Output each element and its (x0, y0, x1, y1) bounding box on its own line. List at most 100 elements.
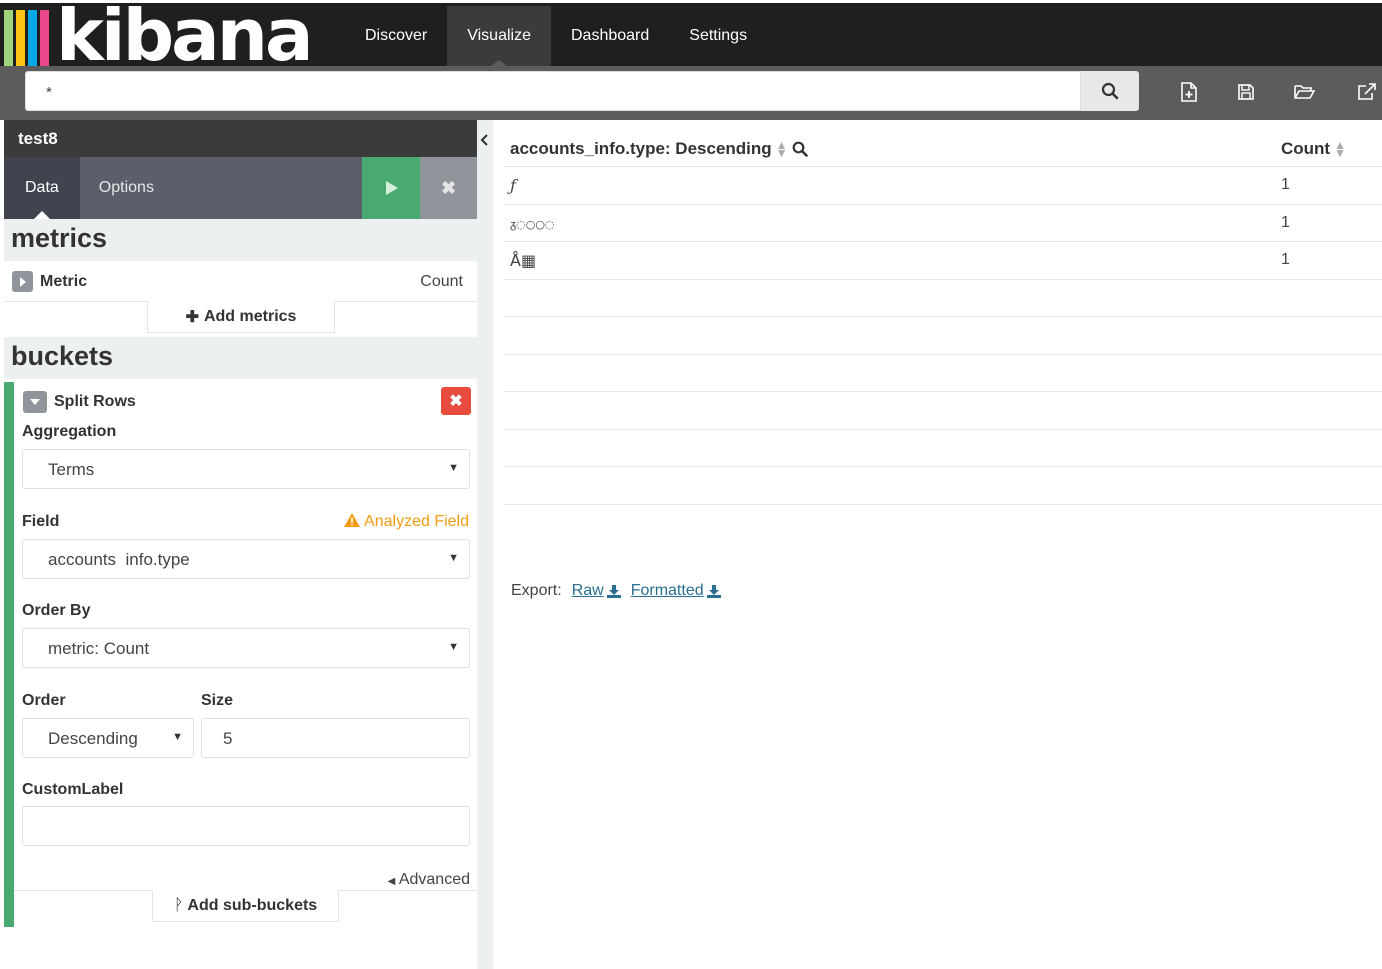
tab-options[interactable]: Options (80, 157, 173, 219)
analyzed-field-text: Analyzed Field (364, 513, 469, 530)
divider (4, 301, 147, 302)
dropdown-arrow-icon: ▼ (172, 731, 183, 743)
remove-bucket-button[interactable]: ✖ (441, 387, 471, 415)
metric-agg-row[interactable]: Metric Count (4, 261, 477, 301)
count-cell: 1 (1281, 213, 1290, 231)
chevron-left-icon (480, 134, 488, 146)
close-icon: ✖ (449, 393, 463, 410)
empty-table-row (504, 355, 1382, 392)
tab-data[interactable]: Data (4, 157, 80, 219)
kibana-logo[interactable]: kibana (4, 6, 344, 68)
metric-value: Count (420, 273, 463, 290)
table-row: ƒ 1 (504, 167, 1382, 205)
bucket-color-bar (4, 382, 14, 927)
export-links: Export: Raw Formatted (511, 582, 721, 600)
download-icon (606, 584, 621, 598)
size-label: Size (201, 692, 234, 709)
caret-right-icon (19, 276, 26, 287)
nav-discover[interactable]: Discover (345, 6, 447, 66)
discard-changes-button[interactable]: ✖ (420, 157, 477, 219)
empty-table-row (504, 430, 1382, 467)
order-value: Descending (48, 729, 138, 748)
add-metrics-row: ✚ Add metrics (4, 301, 477, 337)
count-column-header[interactable]: Count ▲ ▼ (1281, 139, 1346, 159)
data-table: accounts_info.type: Descending ▲ ▼ Count … (504, 130, 1382, 505)
dropdown-arrow-icon: ▼ (448, 641, 459, 653)
open-folder-icon[interactable] (1293, 80, 1317, 104)
vis-title: test8 (4, 120, 477, 157)
order-select[interactable]: Descending ▼ (22, 718, 194, 758)
count-column-label: Count (1281, 139, 1331, 158)
table-row: Å▦ 1 (504, 242, 1382, 280)
sidebar-collapse-strip[interactable] (477, 120, 493, 969)
add-sub-buckets-label: Add sub-buckets (187, 896, 318, 914)
editor-tabs: Data Options ✖ (4, 157, 477, 219)
new-visualization-icon[interactable] (1177, 80, 1201, 104)
search-input[interactable]: * (25, 71, 1081, 111)
aggregation-select[interactable]: Terms ▼ (22, 449, 470, 489)
aggregation-value: Terms (48, 460, 95, 479)
dropdown-arrow-icon: ▼ (448, 552, 459, 564)
analyzed-field-warning: Analyzed Field (344, 513, 469, 531)
divider (335, 301, 477, 302)
empty-table-row (504, 280, 1382, 317)
logo-color-bars (4, 10, 52, 68)
plus-icon: ✚ (185, 308, 199, 326)
search-icon[interactable] (792, 141, 808, 157)
sort-icon: ▲ ▼ (775, 138, 788, 160)
top-nav-bar: kibana Discover Visualize Dashboard Sett… (0, 0, 1382, 69)
expand-metric-toggle[interactable] (12, 271, 33, 292)
order-by-select[interactable]: metric: Count ▼ (22, 628, 470, 668)
add-metrics-button[interactable]: ✚ Add metrics (147, 301, 335, 333)
order-by-label: Order By (22, 602, 91, 619)
metric-label: Metric (40, 273, 88, 290)
export-raw-link[interactable]: Raw (572, 582, 621, 600)
search-icon (1101, 82, 1119, 100)
divider (14, 890, 152, 891)
size-input[interactable]: 5 (201, 718, 470, 758)
export-label: Export: (511, 582, 562, 599)
search-button[interactable] (1081, 71, 1139, 111)
main-nav: Discover Visualize Dashboard Settings (345, 6, 767, 69)
export-formatted-link[interactable]: Formatted (631, 582, 721, 600)
term-cell: ƒ (510, 176, 516, 195)
collapse-bucket-toggle[interactable] (23, 391, 47, 413)
order-by-value: metric: Count (48, 639, 150, 658)
caret-left-icon: ◀ (387, 876, 396, 887)
custom-label-label: CustomLabel (22, 781, 124, 798)
nav-visualize[interactable]: Visualize (447, 6, 551, 66)
close-icon: ✖ (440, 177, 457, 198)
sort-icon: ▲ ▼ (1334, 138, 1346, 160)
export-raw-label: Raw (571, 582, 604, 599)
share-icon[interactable] (1355, 80, 1379, 104)
search-bar: * (0, 66, 1382, 120)
export-formatted-label: Formatted (630, 582, 704, 599)
size-value: 5 (223, 729, 233, 748)
advanced-label: Advanced (398, 871, 470, 888)
download-icon (706, 584, 721, 598)
split-rows-bucket: Split Rows ✖ Aggregation Terms ▼ Field A… (4, 382, 477, 927)
field-label: Field (22, 513, 60, 530)
advanced-toggle[interactable]: ◀ Advanced (388, 871, 470, 889)
buckets-heading: buckets (4, 337, 477, 379)
field-value: accounts info.type (48, 550, 190, 569)
empty-table-row (504, 392, 1382, 430)
divider (339, 890, 477, 891)
bucket-title: Split Rows (54, 393, 136, 410)
empty-table-row (504, 317, 1382, 355)
order-label: Order (22, 692, 66, 709)
term-column-header[interactable]: accounts_info.type: Descending ▲ ▼ (510, 139, 808, 159)
save-icon[interactable] (1234, 80, 1258, 104)
field-select[interactable]: accounts info.type ▼ (22, 539, 470, 579)
nav-dashboard[interactable]: Dashboard (551, 6, 669, 66)
nav-settings[interactable]: Settings (669, 6, 767, 66)
count-cell: 1 (1281, 251, 1290, 268)
aggregation-label: Aggregation (22, 423, 117, 440)
custom-label-input[interactable] (22, 806, 470, 846)
add-sub-buckets-button[interactable]: ᚹ Add sub-buckets (152, 890, 339, 922)
logo-text: kibana (56, 6, 311, 68)
term-column-label: accounts_info.type: Descending (510, 139, 772, 158)
metrics-heading: metrics (4, 219, 477, 261)
apply-changes-button[interactable] (362, 157, 420, 219)
code-fork-icon: ᚹ (173, 896, 184, 914)
